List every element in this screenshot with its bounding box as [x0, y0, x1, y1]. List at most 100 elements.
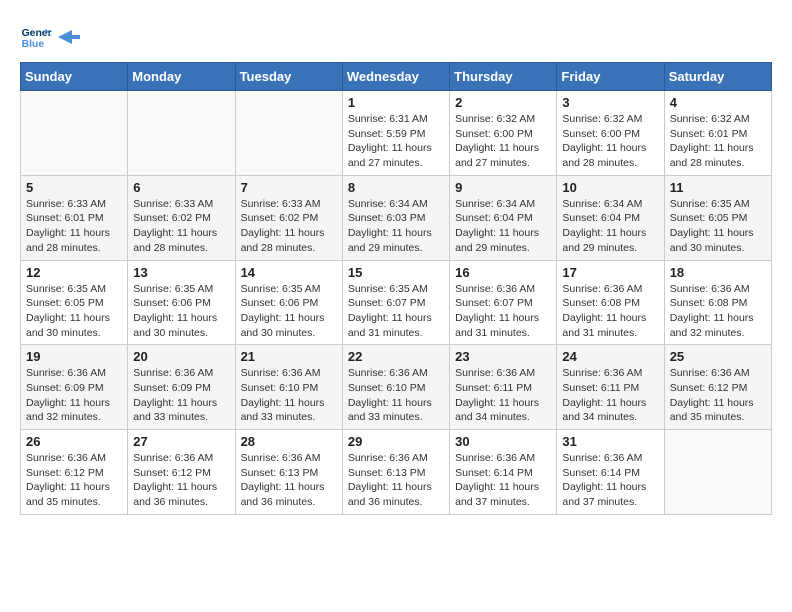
- day-number: 31: [562, 434, 658, 449]
- calendar-header-thursday: Thursday: [450, 63, 557, 91]
- day-number: 10: [562, 180, 658, 195]
- day-number: 21: [241, 349, 337, 364]
- calendar-cell: 11Sunrise: 6:35 AM Sunset: 6:05 PM Dayli…: [664, 175, 771, 260]
- day-info: Sunrise: 6:35 AM Sunset: 6:05 PM Dayligh…: [670, 197, 766, 256]
- logo-arrow-icon: [58, 30, 80, 44]
- day-info: Sunrise: 6:36 AM Sunset: 6:08 PM Dayligh…: [562, 282, 658, 341]
- calendar-cell: [21, 91, 128, 176]
- calendar-header-wednesday: Wednesday: [342, 63, 449, 91]
- day-info: Sunrise: 6:35 AM Sunset: 6:05 PM Dayligh…: [26, 282, 122, 341]
- day-info: Sunrise: 6:36 AM Sunset: 6:12 PM Dayligh…: [133, 451, 229, 510]
- calendar-cell: 14Sunrise: 6:35 AM Sunset: 6:06 PM Dayli…: [235, 260, 342, 345]
- calendar-header-monday: Monday: [128, 63, 235, 91]
- day-info: Sunrise: 6:36 AM Sunset: 6:09 PM Dayligh…: [26, 366, 122, 425]
- day-number: 28: [241, 434, 337, 449]
- day-number: 16: [455, 265, 551, 280]
- calendar-cell: [664, 430, 771, 515]
- day-info: Sunrise: 6:36 AM Sunset: 6:10 PM Dayligh…: [348, 366, 444, 425]
- day-info: Sunrise: 6:36 AM Sunset: 6:11 PM Dayligh…: [562, 366, 658, 425]
- day-number: 19: [26, 349, 122, 364]
- day-info: Sunrise: 6:32 AM Sunset: 6:00 PM Dayligh…: [562, 112, 658, 171]
- day-info: Sunrise: 6:33 AM Sunset: 6:02 PM Dayligh…: [241, 197, 337, 256]
- calendar-cell: 17Sunrise: 6:36 AM Sunset: 6:08 PM Dayli…: [557, 260, 664, 345]
- day-number: 6: [133, 180, 229, 195]
- calendar-cell: 2Sunrise: 6:32 AM Sunset: 6:00 PM Daylig…: [450, 91, 557, 176]
- calendar-cell: 28 Sunrise: 6:36 AM Sunset: 6:13 PM Dayli…: [235, 430, 342, 515]
- header: General Blue: [20, 20, 772, 52]
- day-info: Sunrise: 6:33 AM Sunset: 6:01 PM Dayligh…: [26, 197, 122, 256]
- day-number: 26: [26, 434, 122, 449]
- day-number: 4: [670, 95, 766, 110]
- calendar-cell: 30Sunrise: 6:36 AM Sunset: 6:14 PM Dayli…: [450, 430, 557, 515]
- day-info: Sunrise: 6:36 AM Sunset: 6:13 PM Dayligh…: [348, 451, 444, 510]
- calendar-cell: 6 Sunrise: 6:33 AM Sunset: 6:02 PM Daylig…: [128, 175, 235, 260]
- calendar-cell: 10 Sunrise: 6:34 AM Sunset: 6:04 PM Dayli…: [557, 175, 664, 260]
- day-info: Sunrise: 6:36 AM Sunset: 6:11 PM Dayligh…: [455, 366, 551, 425]
- day-number: 1: [348, 95, 444, 110]
- calendar-cell: 20Sunrise: 6:36 AM Sunset: 6:09 PM Dayli…: [128, 345, 235, 430]
- day-info: Sunrise: 6:34 AM Sunset: 6:03 PM Dayligh…: [348, 197, 444, 256]
- calendar-header-friday: Friday: [557, 63, 664, 91]
- calendar-cell: 19 Sunrise: 6:36 AM Sunset: 6:09 PM Dayli…: [21, 345, 128, 430]
- day-number: 22: [348, 349, 444, 364]
- calendar-cell: 24 Sunrise: 6:36 AM Sunset: 6:11 PM Dayli…: [557, 345, 664, 430]
- calendar-week-row: 19 Sunrise: 6:36 AM Sunset: 6:09 PM Dayli…: [21, 345, 772, 430]
- svg-text:General: General: [22, 28, 52, 39]
- day-info: Sunrise: 6:36 AM Sunset: 6:10 PM Dayligh…: [241, 366, 337, 425]
- calendar-week-row: 26 Sunrise: 6:36 AM Sunset: 6:12 PM Dayli…: [21, 430, 772, 515]
- day-number: 13: [133, 265, 229, 280]
- calendar-cell: 16Sunrise: 6:36 AM Sunset: 6:07 PM Dayli…: [450, 260, 557, 345]
- day-info: Sunrise: 6:35 AM Sunset: 6:07 PM Dayligh…: [348, 282, 444, 341]
- day-info: Sunrise: 6:33 AM Sunset: 6:02 PM Dayligh…: [133, 197, 229, 256]
- day-info: Sunrise: 6:36 AM Sunset: 6:12 PM Dayligh…: [26, 451, 122, 510]
- calendar-cell: 4 Sunrise: 6:32 AM Sunset: 6:01 PM Daylig…: [664, 91, 771, 176]
- day-number: 15: [348, 265, 444, 280]
- day-info: Sunrise: 6:34 AM Sunset: 6:04 PM Dayligh…: [455, 197, 551, 256]
- day-info: Sunrise: 6:36 AM Sunset: 6:08 PM Dayligh…: [670, 282, 766, 341]
- day-number: 5: [26, 180, 122, 195]
- calendar-cell: 1 Sunrise: 6:31 AM Sunset: 5:59 PM Daylig…: [342, 91, 449, 176]
- calendar-cell: 22 Sunrise: 6:36 AM Sunset: 6:10 PM Dayli…: [342, 345, 449, 430]
- day-info: Sunrise: 6:35 AM Sunset: 6:06 PM Dayligh…: [133, 282, 229, 341]
- calendar-cell: 13 Sunrise: 6:35 AM Sunset: 6:06 PM Dayli…: [128, 260, 235, 345]
- day-number: 24: [562, 349, 658, 364]
- calendar-header-tuesday: Tuesday: [235, 63, 342, 91]
- day-info: Sunrise: 6:36 AM Sunset: 6:14 PM Dayligh…: [562, 451, 658, 510]
- calendar-table: SundayMondayTuesdayWednesdayThursdayFrid…: [20, 62, 772, 515]
- calendar-cell: 15 Sunrise: 6:35 AM Sunset: 6:07 PM Dayli…: [342, 260, 449, 345]
- calendar-header-row: SundayMondayTuesdayWednesdayThursdayFrid…: [21, 63, 772, 91]
- calendar-cell: 21 Sunrise: 6:36 AM Sunset: 6:10 PM Dayli…: [235, 345, 342, 430]
- day-info: Sunrise: 6:32 AM Sunset: 6:00 PM Dayligh…: [455, 112, 551, 171]
- calendar-cell: 27 Sunrise: 6:36 AM Sunset: 6:12 PM Dayli…: [128, 430, 235, 515]
- day-number: 3: [562, 95, 658, 110]
- calendar-week-row: 5 Sunrise: 6:33 AM Sunset: 6:01 PM Daylig…: [21, 175, 772, 260]
- calendar-cell: 31 Sunrise: 6:36 AM Sunset: 6:14 PM Dayli…: [557, 430, 664, 515]
- calendar-cell: 9 Sunrise: 6:34 AM Sunset: 6:04 PM Daylig…: [450, 175, 557, 260]
- calendar-cell: 29 Sunrise: 6:36 AM Sunset: 6:13 PM Dayli…: [342, 430, 449, 515]
- day-number: 29: [348, 434, 444, 449]
- day-number: 7: [241, 180, 337, 195]
- calendar-cell: 8Sunrise: 6:34 AM Sunset: 6:03 PM Daylig…: [342, 175, 449, 260]
- day-info: Sunrise: 6:36 AM Sunset: 6:09 PM Dayligh…: [133, 366, 229, 425]
- day-info: Sunrise: 6:31 AM Sunset: 5:59 PM Dayligh…: [348, 112, 444, 171]
- day-number: 9: [455, 180, 551, 195]
- day-number: 23: [455, 349, 551, 364]
- calendar-cell: 18Sunrise: 6:36 AM Sunset: 6:08 PM Dayli…: [664, 260, 771, 345]
- day-info: Sunrise: 6:34 AM Sunset: 6:04 PM Dayligh…: [562, 197, 658, 256]
- calendar-cell: 3 Sunrise: 6:32 AM Sunset: 6:00 PM Daylig…: [557, 91, 664, 176]
- calendar-cell: 12Sunrise: 6:35 AM Sunset: 6:05 PM Dayli…: [21, 260, 128, 345]
- calendar-cell: [235, 91, 342, 176]
- calendar-cell: 26 Sunrise: 6:36 AM Sunset: 6:12 PM Dayli…: [21, 430, 128, 515]
- calendar-cell: 25Sunrise: 6:36 AM Sunset: 6:12 PM Dayli…: [664, 345, 771, 430]
- calendar-week-row: 12Sunrise: 6:35 AM Sunset: 6:05 PM Dayli…: [21, 260, 772, 345]
- day-info: Sunrise: 6:36 AM Sunset: 6:12 PM Dayligh…: [670, 366, 766, 425]
- day-info: Sunrise: 6:35 AM Sunset: 6:06 PM Dayligh…: [241, 282, 337, 341]
- calendar-cell: 7 Sunrise: 6:33 AM Sunset: 6:02 PM Daylig…: [235, 175, 342, 260]
- calendar-cell: [128, 91, 235, 176]
- day-number: 30: [455, 434, 551, 449]
- day-info: Sunrise: 6:32 AM Sunset: 6:01 PM Dayligh…: [670, 112, 766, 171]
- day-number: 27: [133, 434, 229, 449]
- day-info: Sunrise: 6:36 AM Sunset: 6:13 PM Dayligh…: [241, 451, 337, 510]
- logo: General Blue: [20, 20, 80, 52]
- svg-text:Blue: Blue: [22, 39, 45, 50]
